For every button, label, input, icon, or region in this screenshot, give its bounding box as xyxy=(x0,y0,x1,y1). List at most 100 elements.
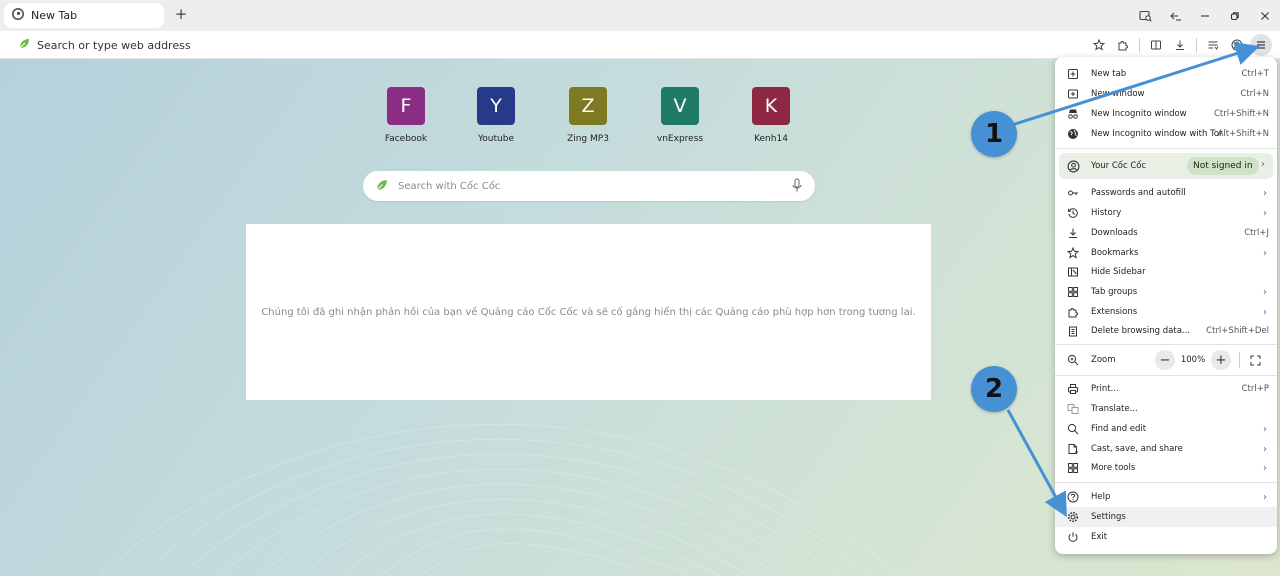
ad-feedback-panel: Chúng tôi đã ghi nhận phản hồi của bạn v… xyxy=(246,224,931,400)
history-icon xyxy=(1066,206,1080,220)
menu-item-settings[interactable]: Settings xyxy=(1055,507,1277,527)
menu-label: More tools xyxy=(1091,463,1136,473)
zoom-out-button[interactable]: − xyxy=(1155,350,1175,370)
menu-item-cast-save[interactable]: Cast, save, and share › xyxy=(1055,439,1277,459)
menu-divider xyxy=(1055,344,1277,345)
tab-new-tab[interactable]: New Tab xyxy=(4,3,164,28)
menu-label: Help xyxy=(1091,492,1111,502)
step-2-badge: 2 xyxy=(971,366,1017,412)
zoom-level: 100% xyxy=(1180,355,1206,365)
chevron-right-icon: › xyxy=(1263,306,1267,318)
shortcut-tile: K xyxy=(752,87,790,125)
fullscreen-icon[interactable] xyxy=(1246,351,1264,369)
tab-search-icon[interactable] xyxy=(1130,10,1160,22)
menu-item-passwords[interactable]: Passwords and autofill › xyxy=(1055,183,1277,203)
menu-shortcut: Ctrl+J xyxy=(1244,228,1269,238)
menu-label: Translate... xyxy=(1091,404,1138,414)
shortcut-kenh14[interactable]: K Kenh14 xyxy=(741,87,801,144)
extensions-puzzle-icon xyxy=(1066,305,1080,319)
shortcut-youtube[interactable]: Y Youtube xyxy=(466,87,526,144)
chevron-right-icon: › xyxy=(1263,187,1267,199)
menu-item-new-window[interactable]: New window Ctrl+N xyxy=(1055,84,1277,104)
bookmark-star-icon[interactable] xyxy=(1088,34,1110,56)
main-menu-button[interactable] xyxy=(1250,34,1272,56)
menu-label: Zoom xyxy=(1091,355,1116,365)
shortcut-tile: V xyxy=(661,87,699,125)
menu-shortcut: Alt+Shift+N xyxy=(1217,129,1269,139)
tor-globe-icon xyxy=(1066,127,1080,141)
menu-divider xyxy=(1055,482,1277,483)
new-tab-button[interactable]: + xyxy=(172,5,190,23)
menu-label: History xyxy=(1091,208,1122,218)
address-bar[interactable]: Search or type web address xyxy=(8,34,1076,56)
download-icon xyxy=(1066,226,1080,240)
menu-item-translate[interactable]: Translate... xyxy=(1055,399,1277,419)
menu-label: Find and edit xyxy=(1091,424,1147,434)
menu-item-help[interactable]: Help › xyxy=(1055,487,1277,507)
menu-divider xyxy=(1055,375,1277,376)
sidebar-icon xyxy=(1066,265,1080,279)
chevron-right-icon: › xyxy=(1263,443,1267,455)
chevron-right-icon: › xyxy=(1261,159,1265,170)
toolbar-divider xyxy=(1196,38,1197,52)
menu-item-new-incognito-tor[interactable]: New Incognito window with Tor Alt+Shift+… xyxy=(1055,124,1277,144)
menu-item-delete-data[interactable]: Delete browsing data... Ctrl+Shift+Del xyxy=(1055,321,1277,341)
document-share-icon xyxy=(1066,442,1080,456)
shortcut-label: Zing MP3 xyxy=(567,134,609,144)
minimize-icon[interactable] xyxy=(1190,11,1220,21)
extensions-puzzle-icon[interactable] xyxy=(1112,34,1134,56)
menu-label: Your Cốc Cốc xyxy=(1091,161,1147,171)
profile-avatar-icon[interactable] xyxy=(1226,34,1248,56)
menu-item-new-incognito[interactable]: New Incognito window Ctrl+Shift+N xyxy=(1055,104,1277,124)
shortcut-vnexpress[interactable]: V vnExpress xyxy=(650,87,710,144)
menu-label: Extensions xyxy=(1091,307,1138,317)
search-icon xyxy=(1066,422,1080,436)
restore-icon[interactable] xyxy=(1220,11,1250,21)
menu-item-downloads[interactable]: Downloads Ctrl+J xyxy=(1055,223,1277,243)
menu-item-tab-groups[interactable]: Tab groups › xyxy=(1055,282,1277,302)
menu-shortcut: Ctrl+T xyxy=(1241,69,1269,79)
split-view-icon[interactable] xyxy=(1145,34,1167,56)
incognito-icon xyxy=(1066,107,1080,121)
shortcut-label: vnExpress xyxy=(656,134,704,144)
shortcut-facebook[interactable]: F Facebook xyxy=(376,87,436,144)
shortcut-label: Facebook xyxy=(384,134,428,144)
menu-label: New window xyxy=(1091,89,1145,99)
menu-item-history[interactable]: History › xyxy=(1055,203,1277,223)
menu-label: Print... xyxy=(1091,384,1119,394)
more-tools-icon xyxy=(1066,461,1080,475)
tab-groups-icon xyxy=(1066,285,1080,299)
menu-item-profile[interactable]: Your Cốc Cốc Not signed in › xyxy=(1059,153,1273,179)
menu-item-print[interactable]: Print... Ctrl+P xyxy=(1055,379,1277,399)
menu-item-hide-sidebar[interactable]: Hide Sidebar xyxy=(1055,262,1277,282)
menu-item-find-edit[interactable]: Find and edit › xyxy=(1055,419,1277,439)
trash-icon xyxy=(1066,324,1080,338)
zoom-in-button[interactable]: + xyxy=(1211,350,1231,370)
menu-item-bookmarks[interactable]: Bookmarks › xyxy=(1055,243,1277,263)
help-icon xyxy=(1066,490,1080,504)
download-icon[interactable] xyxy=(1169,34,1191,56)
browser-main-menu: New tab Ctrl+T New window Ctrl+N New Inc… xyxy=(1055,57,1277,554)
shortcut-grid: F Facebook Y Youtube Z Zing MP3 V vnExpr… xyxy=(376,87,796,157)
power-icon xyxy=(1066,530,1080,544)
shortcut-tile: Z xyxy=(569,87,607,125)
shortcut-zing-mp3[interactable]: Z Zing MP3 xyxy=(558,87,618,144)
reading-list-icon[interactable] xyxy=(1202,34,1224,56)
chevron-right-icon: › xyxy=(1263,491,1267,503)
microphone-icon[interactable] xyxy=(791,178,803,196)
close-icon[interactable] xyxy=(1250,11,1280,21)
gear-icon xyxy=(1066,510,1080,524)
menu-item-exit[interactable]: Exit xyxy=(1055,527,1277,547)
search-box[interactable]: Search with Cốc Cốc xyxy=(363,171,815,201)
step-1-badge: 1 xyxy=(971,111,1017,157)
back-forward-icon[interactable] xyxy=(1160,10,1190,22)
menu-item-new-tab[interactable]: New tab Ctrl+T xyxy=(1055,64,1277,84)
window-controls xyxy=(1130,0,1280,31)
menu-item-zoom: Zoom − 100% + xyxy=(1055,350,1277,370)
chevron-right-icon: › xyxy=(1263,462,1267,474)
menu-item-more-tools[interactable]: More tools › xyxy=(1055,458,1277,478)
menu-label: Settings xyxy=(1091,512,1126,522)
menu-label: New tab xyxy=(1091,69,1127,79)
menu-item-extensions[interactable]: Extensions › xyxy=(1055,302,1277,322)
coccoc-leaf-icon xyxy=(375,178,389,195)
